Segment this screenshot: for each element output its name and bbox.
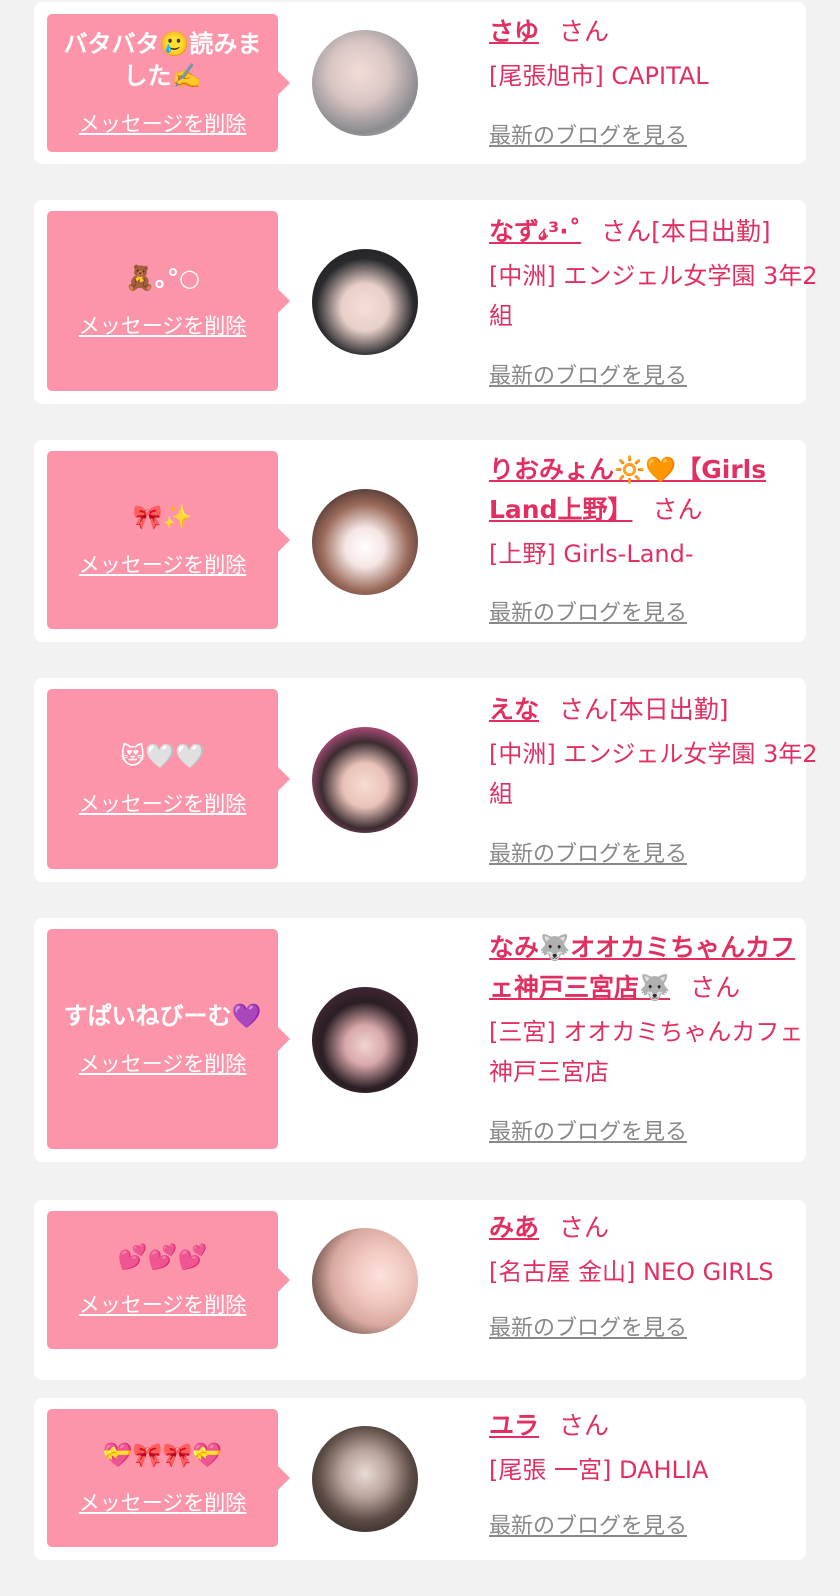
message-bubble: バタバタ🥲読みました✍️ メッセージを削除 <box>47 14 290 152</box>
latest-blog-link[interactable]: 最新のブログを見る <box>489 1114 687 1146</box>
latest-blog-link[interactable]: 最新のブログを見る <box>489 836 687 868</box>
status-text: [本日出勤] <box>609 695 729 724</box>
avatar[interactable] <box>312 30 418 136</box>
message-text: 🧸｡°○ <box>125 264 200 292</box>
girl-name-link[interactable]: さゆ <box>489 17 539 46</box>
profile-info: えな さん[本日出勤] [中洲] エンジェル女学園 3年2組 <box>489 690 819 814</box>
girl-name-link[interactable]: ユラ <box>489 1411 539 1440</box>
name-line: なみ🐺オオカミちゃんカフェ神戸三宮店🐺 さん <box>489 928 819 1008</box>
delete-message-link[interactable]: メッセージを削除 <box>79 1289 247 1319</box>
name-line: ユラ さん <box>489 1406 819 1446</box>
honorific: さん <box>601 217 652 246</box>
girl-name-link[interactable]: みあ <box>489 1213 539 1242</box>
name-line: なず𝓈³·˚ さん[本日出勤] <box>489 212 819 252</box>
name-line: りおみょん🔆🧡【Girls Land上野】 さん <box>489 450 819 530</box>
latest-blog-link[interactable]: 最新のブログを見る <box>489 1310 687 1342</box>
shop-text: [尾張 一宮] DAHLIA <box>489 1456 709 1484</box>
list-item: 🎀✨ メッセージを削除 りおみょん🔆🧡【Girls Land上野】 さん [上野]… <box>34 440 806 642</box>
list-item: 🧸｡°○ メッセージを削除 なず𝓈³·˚ さん[本日出勤] [中洲] エンジェル女… <box>34 200 818 404</box>
profile-info: りおみょん🔆🧡【Girls Land上野】 さん [上野] Girls-Land- <box>489 450 819 574</box>
latest-blog-link[interactable]: 最新のブログを見る <box>489 595 687 627</box>
profile-info: さゆ さん [尾張旭市] CAPITAL <box>489 12 819 96</box>
delete-message-link[interactable]: メッセージを削除 <box>79 1487 247 1517</box>
profile-info: みあ さん [名古屋 金山] NEO GIRLS <box>489 1208 819 1292</box>
delete-message-link[interactable]: メッセージを削除 <box>79 549 247 579</box>
girl-name-link[interactable]: なみ🐺オオカミちゃんカフェ神戸三宮店🐺 <box>489 933 795 1002</box>
honorific: さん <box>559 17 610 46</box>
girl-name-link[interactable]: えな <box>489 695 539 724</box>
message-text: 💕💕💕 <box>117 1243 208 1271</box>
message-text: 😻🤍🤍 <box>120 742 205 770</box>
profile-info: ユラ さん [尾張 一宮] DAHLIA <box>489 1406 819 1490</box>
message-bubble: 😻🤍🤍 メッセージを削除 <box>47 689 290 869</box>
shop-text: [名古屋 金山] NEO GIRLS <box>489 1258 774 1286</box>
name-line: さゆ さん <box>489 12 819 52</box>
girl-name-link[interactable]: なず𝓈³·˚ <box>489 217 581 246</box>
status-text: [本日出勤] <box>651 217 771 246</box>
latest-blog-link[interactable]: 最新のブログを見る <box>489 1508 687 1540</box>
message-bubble: 💕💕💕 メッセージを削除 <box>47 1211 290 1349</box>
message-text: 🎀✨ <box>132 503 193 531</box>
avatar[interactable] <box>312 727 418 833</box>
profile-info: なみ🐺オオカミちゃんカフェ神戸三宮店🐺 さん [三宮] オオカミちゃんカフェ神戸三… <box>489 928 819 1092</box>
shop-text: [上野] Girls-Land- <box>489 540 694 568</box>
shop-text: [尾張旭市] CAPITAL <box>489 62 709 90</box>
honorific: さん <box>559 695 610 724</box>
girl-name-link[interactable]: りおみょん🔆🧡【Girls Land上野】 <box>489 455 766 524</box>
profile-info: なず𝓈³·˚ さん[本日出勤] [中洲] エンジェル女学園 3年2組 <box>489 212 819 336</box>
delete-message-link[interactable]: メッセージを削除 <box>79 310 247 340</box>
avatar[interactable] <box>312 249 418 355</box>
list-item: バタバタ🥲読みました✍️ メッセージを削除 さゆ さん [尾張旭市] CAPITA… <box>34 2 806 164</box>
list-item: 💝🎀🎀💝 メッセージを削除 ユラ さん [尾張 一宮] DAHLIA 最新のブログ… <box>34 1398 806 1560</box>
list-item: すぱいねびーむ💜 メッセージを削除 なみ🐺オオカミちゃんカフェ神戸三宮店🐺 さん … <box>34 918 806 1162</box>
delete-message-link[interactable]: メッセージを削除 <box>79 788 247 818</box>
avatar[interactable] <box>312 1228 418 1334</box>
message-text: 💝🎀🎀💝 <box>102 1441 223 1469</box>
message-text: すぱいねびーむ💜 <box>63 1002 262 1030</box>
latest-blog-link[interactable]: 最新のブログを見る <box>489 118 687 150</box>
delete-message-link[interactable]: メッセージを削除 <box>79 1048 247 1078</box>
name-line: えな さん[本日出勤] <box>489 690 819 730</box>
honorific: さん <box>559 1213 610 1242</box>
message-bubble: 💝🎀🎀💝 メッセージを削除 <box>47 1409 290 1547</box>
honorific: さん <box>690 973 741 1002</box>
shop-text: [中洲] エンジェル女学園 3年2組 <box>489 262 818 330</box>
list-item: 😻🤍🤍 メッセージを削除 えな さん[本日出勤] [中洲] エンジェル女学園 3年… <box>34 678 818 882</box>
list-item: 💕💕💕 メッセージを削除 みあ さん [名古屋 金山] NEO GIRLS 最新の… <box>34 1200 806 1380</box>
message-list: バタバタ🥲読みました✍️ メッセージを削除 さゆ さん [尾張旭市] CAPITA… <box>0 0 840 1596</box>
honorific: さん <box>652 495 703 524</box>
delete-message-link[interactable]: メッセージを削除 <box>79 108 247 138</box>
honorific: さん <box>559 1411 610 1440</box>
name-line: みあ さん <box>489 1208 819 1248</box>
avatar[interactable] <box>312 489 418 595</box>
latest-blog-link[interactable]: 最新のブログを見る <box>489 358 687 390</box>
avatar[interactable] <box>312 1426 418 1532</box>
shop-text: [中洲] エンジェル女学園 3年2組 <box>489 740 818 808</box>
message-bubble: 🎀✨ メッセージを削除 <box>47 451 290 629</box>
message-bubble: 🧸｡°○ メッセージを削除 <box>47 211 290 391</box>
avatar[interactable] <box>312 987 418 1093</box>
shop-text: [三宮] オオカミちゃんカフェ神戸三宮店 <box>489 1018 804 1086</box>
message-bubble: すぱいねびーむ💜 メッセージを削除 <box>47 929 290 1149</box>
message-text: バタバタ🥲読みました✍️ <box>63 30 262 90</box>
